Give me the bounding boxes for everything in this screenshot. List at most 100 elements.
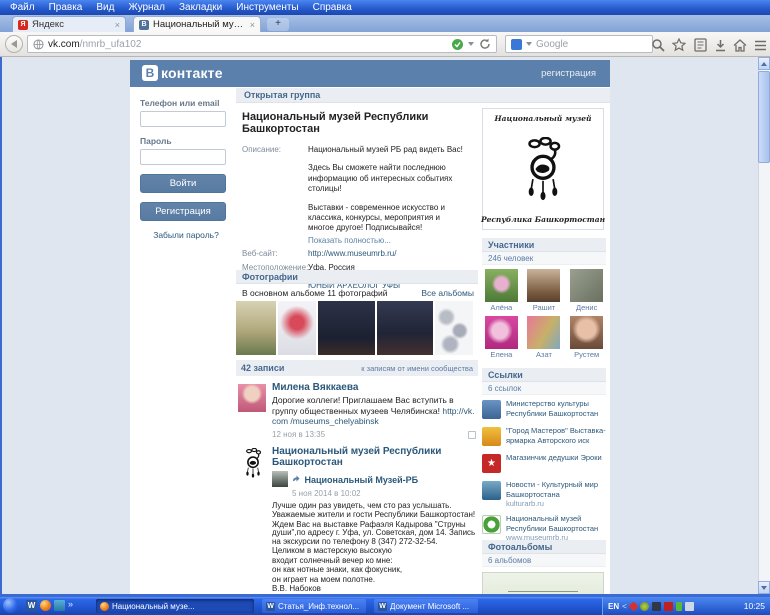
security-check-icon[interactable] [452,38,463,50]
avatar[interactable] [527,316,561,349]
member-name[interactable]: Рустем [567,350,606,359]
dropdown-caret-icon[interactable] [468,42,474,46]
back-button[interactable] [5,35,23,53]
avatar[interactable] [527,269,561,302]
login-button[interactable]: Войти [140,174,226,193]
downloads-icon[interactable] [712,37,728,53]
menu-help[interactable]: Справка [306,0,359,15]
photo-thumbnail[interactable] [278,301,316,355]
links-count[interactable]: 6 ссылок [482,382,606,395]
link-item[interactable]: ★ Магазинчик дедушки Эроки [482,453,606,474]
link-text[interactable]: "Город Мастеров" Выставка-ярмарка Авторс… [506,426,606,445]
tray-shield-icon[interactable] [639,601,649,611]
register-button[interactable]: Регистрация [140,202,226,221]
repost-avatar[interactable] [272,471,288,487]
wall-filter-link[interactable]: к записям от имени сообщества [361,364,473,373]
albums-section-header[interactable]: Фотоальбомы [482,540,606,554]
tab-vk-group[interactable]: В Национальный музей Респу... × [133,16,261,32]
member[interactable]: Елена [482,316,521,359]
photo-thumbnail[interactable] [377,301,433,355]
forgot-password-link[interactable]: Забыли пароль? [140,230,232,240]
link-text[interactable]: Магазинчик дедушки Эроки [506,453,606,463]
avatar[interactable] [238,384,266,412]
photos-section-header[interactable]: Фотографии [236,270,478,284]
post-author-link[interactable]: Милена Вяккаева [272,382,476,393]
members-section-header[interactable]: Участники [482,238,606,252]
search-engine-caret-icon[interactable] [526,42,532,46]
avatar[interactable] [484,316,518,349]
member-name[interactable]: Рашит [525,303,564,312]
bookmark-star-icon[interactable] [671,37,687,53]
repost-date[interactable]: 5 ноя 2014 в 10:02 [292,489,478,498]
member-name[interactable]: Елена [482,350,521,359]
link-text[interactable]: Национальный музей Республики Башкортост… [506,514,606,533]
scrollbar-thumb[interactable] [758,71,770,163]
menu-view[interactable]: Вид [89,0,121,15]
registration-link[interactable]: регистрация [541,68,596,79]
post-actions-icon[interactable] [468,430,476,439]
taskbar-task-firefox[interactable]: Национальный музе... [96,599,254,613]
post-date[interactable]: 12 ноя в 13:35 [272,430,476,439]
url-bar[interactable]: vk.com/nmrb_ufa102 [27,35,497,53]
scroll-up-button[interactable] [758,57,770,70]
password-field[interactable] [140,149,226,165]
avatar[interactable] [484,269,518,302]
bookmarks-panel-icon[interactable] [692,37,708,53]
members-count[interactable]: 246 человек [482,252,606,265]
avatar[interactable] [570,269,604,302]
link-item[interactable]: Министерство культуры Республики Башкорт… [482,399,606,420]
photo-thumbnail[interactable] [236,301,276,355]
email-field[interactable] [140,111,226,127]
close-tab-icon[interactable]: × [250,20,255,30]
website-link[interactable]: http://www.museumrb.ru/ [308,249,468,259]
vk-logo[interactable]: В контакте [142,65,223,81]
member-name[interactable]: Алёна [482,303,521,312]
start-button[interactable] [3,598,18,613]
search-icon[interactable] [650,37,666,53]
member[interactable]: Денис [567,269,606,312]
tab-yandex[interactable]: Я Яндекс × [12,16,126,32]
search-input[interactable]: Google [505,35,653,53]
new-tab-button[interactable]: + [267,18,289,31]
menu-edit[interactable]: Правка [42,0,90,15]
member-name[interactable]: Денис [567,303,606,312]
language-indicator[interactable]: EN [608,602,619,611]
tray-app-icon[interactable] [651,601,661,611]
taskbar-task-word-doc1[interactable]: W Статья_Инф.технол... [262,599,366,613]
menu-tools[interactable]: Инструменты [229,0,305,15]
photo-thumbnail[interactable] [318,301,375,355]
all-albums-link[interactable]: Все альбомы [421,288,474,298]
menu-bookmarks[interactable]: Закладки [172,0,229,15]
link-text[interactable]: Новости - Культурный мир Башкортостана [506,480,606,499]
links-section-header[interactable]: Ссылки [482,368,606,382]
home-icon[interactable] [732,37,748,53]
link-item[interactable]: Новости - Культурный мир Башкортостана k… [482,480,606,508]
link-item[interactable]: "Город Мастеров" Выставка-ярмарка Авторс… [482,426,606,447]
hamburger-menu-icon[interactable] [752,37,768,53]
avatar[interactable] [240,448,266,478]
photo-thumbnail[interactable] [435,301,473,355]
search-engine-icon[interactable] [511,38,522,50]
word-quicklaunch-icon[interactable]: W [26,600,37,611]
quicklaunch-overflow-chevron[interactable]: » [68,599,73,609]
albums-count[interactable]: 6 альбомов [482,554,606,567]
group-avatar[interactable]: Национальный музей Республика Башкортост… [481,108,605,230]
tray-battery-icon[interactable] [675,601,682,611]
tray-antivirus-icon[interactable] [628,601,639,611]
show-more-link[interactable]: Показать полностью... [308,236,468,246]
avatar[interactable] [570,316,604,349]
menu-history[interactable]: Журнал [121,0,172,15]
link-text[interactable]: Министерство культуры Республики Башкорт… [506,399,606,418]
member[interactable]: Азат [525,316,564,359]
repost-author-link[interactable]: Национальный Музей-РБ [304,475,418,485]
menu-file[interactable]: Файл [3,0,42,15]
firefox-quicklaunch-icon[interactable] [40,600,51,611]
close-tab-icon[interactable]: × [115,20,120,30]
tray-collapse-chevron[interactable]: < [622,602,627,611]
tray-network-icon[interactable] [684,601,694,611]
member-name[interactable]: Азат [525,350,564,359]
link-item[interactable]: Национальный музей Республики Башкортост… [482,514,606,542]
show-desktop-icon[interactable] [54,600,65,611]
scroll-down-button[interactable] [758,581,770,594]
post-author-link[interactable]: Национальный музей Республики Башкортост… [272,446,478,468]
